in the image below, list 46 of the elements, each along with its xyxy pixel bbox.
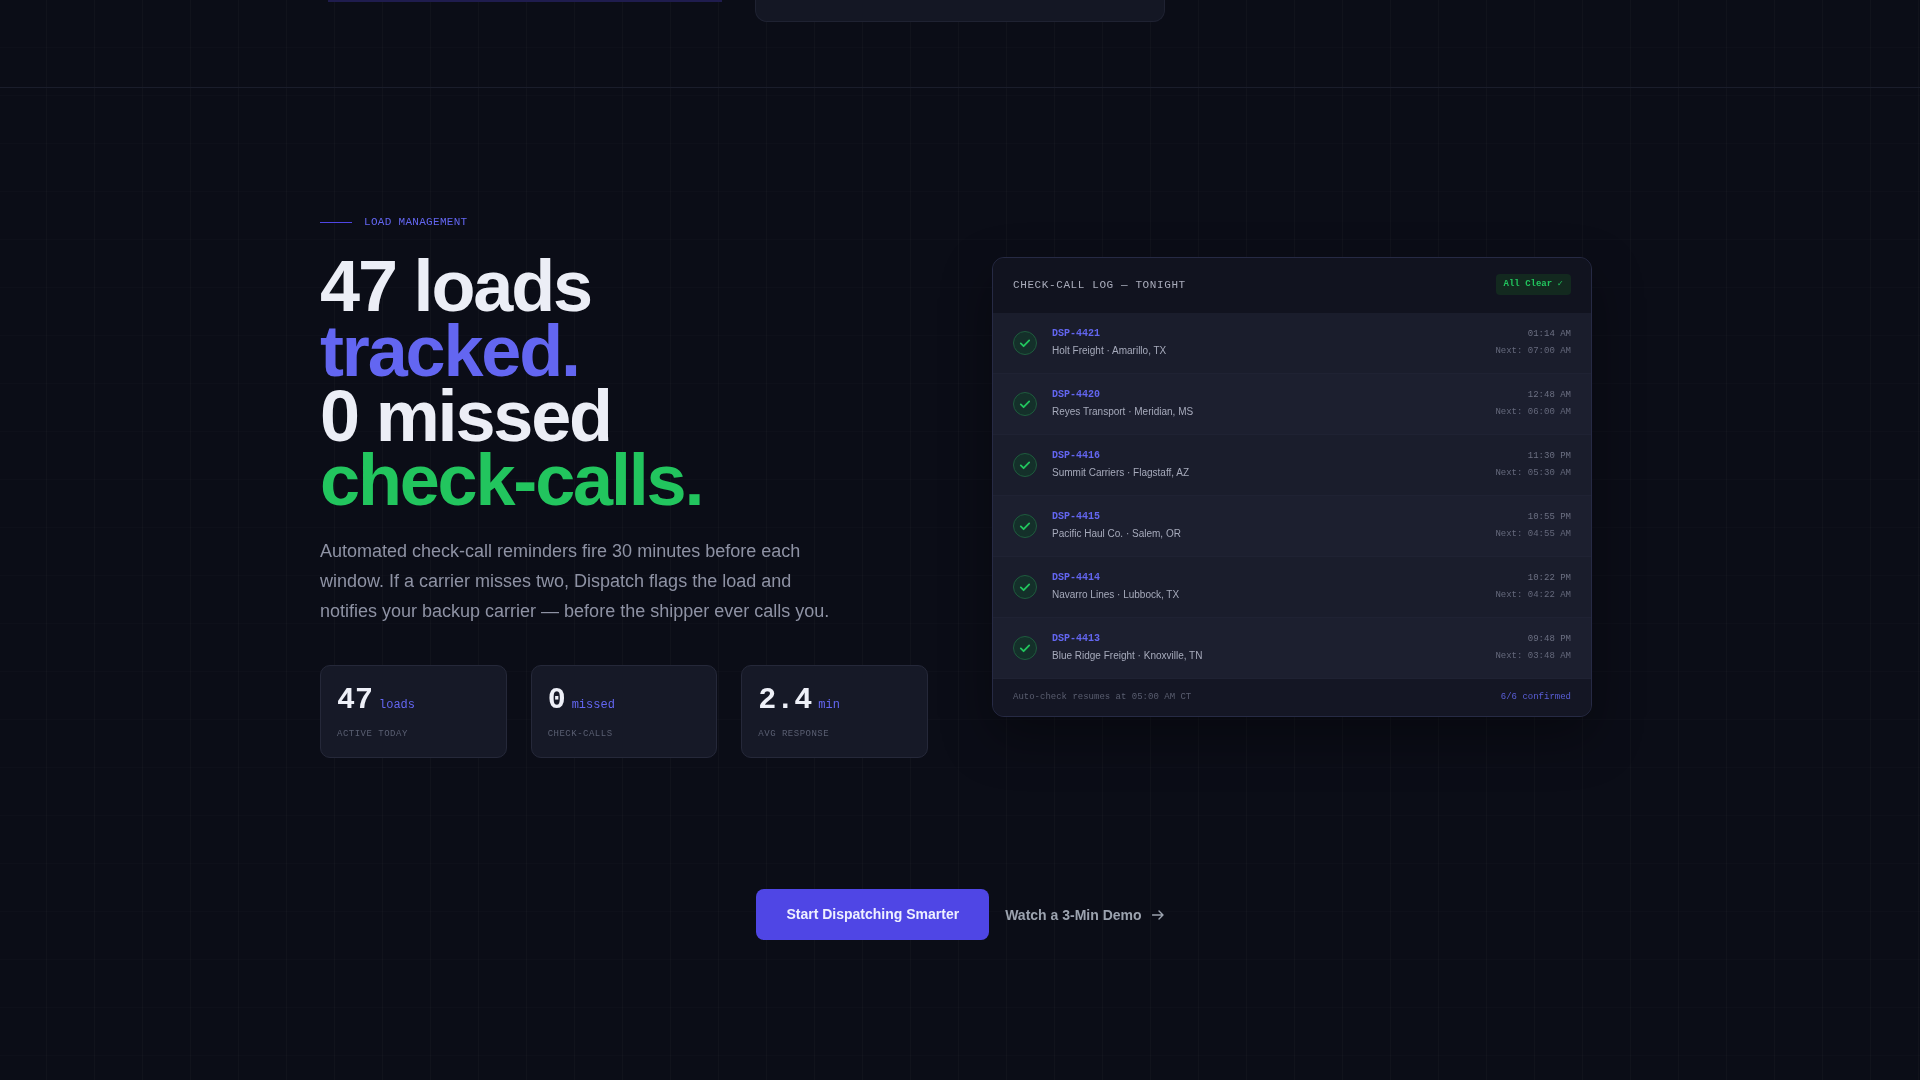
stat-value: 2.4 [758, 682, 813, 719]
footer-note: Auto-check resumes at 05:00 AM CT [1013, 691, 1192, 704]
check-time: 01:14 AM [1527, 328, 1571, 341]
stat-unit: loads [379, 698, 416, 713]
carrier-location: Reyes Transport · Meridian, MS [1052, 405, 1194, 420]
headline-line: check-calls. [320, 448, 704, 514]
carrier-location: Summit Carriers · Flagstaff, AZ [1052, 466, 1190, 481]
load-id: DSP-4413 [1052, 632, 1100, 647]
next-check-time: Next: 05:30 AM [1495, 467, 1571, 480]
load-id: DSP-4414 [1052, 571, 1100, 586]
headline-line: 0 missed [320, 383, 611, 449]
stat-unit: missed [571, 698, 615, 713]
panel-title: CHECK-CALL LOG — TONIGHT [1013, 278, 1186, 293]
check-time: 10:22 PM [1527, 572, 1571, 585]
load-id: DSP-4416 [1052, 449, 1100, 464]
next-check-time: Next: 07:00 AM [1495, 345, 1571, 358]
stat-label: ACTIVE TODAY [337, 728, 408, 741]
carrier-location: Holt Freight · Amarillo, TX [1052, 344, 1167, 359]
stat-value: 0 [547, 682, 566, 719]
stat-unit: min [818, 698, 840, 713]
carrier-location: Pacific Haul Co. · Salem, OR [1052, 527, 1181, 542]
carrier-location: Blue Ridge Freight · Knoxville, TN [1052, 649, 1203, 664]
check-time: 10:55 PM [1527, 511, 1571, 524]
next-check-time: Next: 03:48 AM [1495, 650, 1571, 663]
load-id: DSP-4421 [1052, 327, 1100, 342]
next-check-time: Next: 06:00 AM [1495, 406, 1571, 419]
confirmed-count: 6/6 confirmed [1500, 691, 1571, 704]
description: Automated check-call reminders fire 30 minutes before each window. If a carrier misses two, Dispatch flags the load and notifies your backup carrier — before the shipper ever calls you. [320, 540, 831, 624]
stat-label: AVG RESPONSE [758, 728, 830, 741]
check-time: 12:48 AM [1527, 389, 1571, 402]
headline-line: 47 loads [320, 254, 592, 319]
carrier-location: Navarro Lines · Lubbock, TX [1052, 588, 1180, 603]
arrow-icon [1151, 909, 1164, 920]
primary-button[interactable]: Start Dispatching Smarter [756, 889, 990, 941]
check-time: 11:30 PM [1527, 450, 1571, 463]
headline-line: tracked. [320, 318, 579, 384]
load-id: DSP-4420 [1052, 388, 1100, 403]
demo-link[interactable]: Watch a 3-Min Demo [1005, 906, 1164, 923]
load-id: DSP-4415 [1052, 510, 1100, 525]
status-badge: All Clear ✓ [1495, 273, 1571, 295]
section-eyebrow: LOAD MANAGEMENT [364, 215, 468, 229]
stat-label: CHECK-CALLS [547, 728, 613, 741]
next-check-time: Next: 04:22 AM [1495, 589, 1571, 602]
next-check-time: Next: 04:55 AM [1495, 528, 1571, 541]
check-time: 09:48 PM [1527, 633, 1571, 646]
stat-value: 47 [337, 682, 373, 719]
